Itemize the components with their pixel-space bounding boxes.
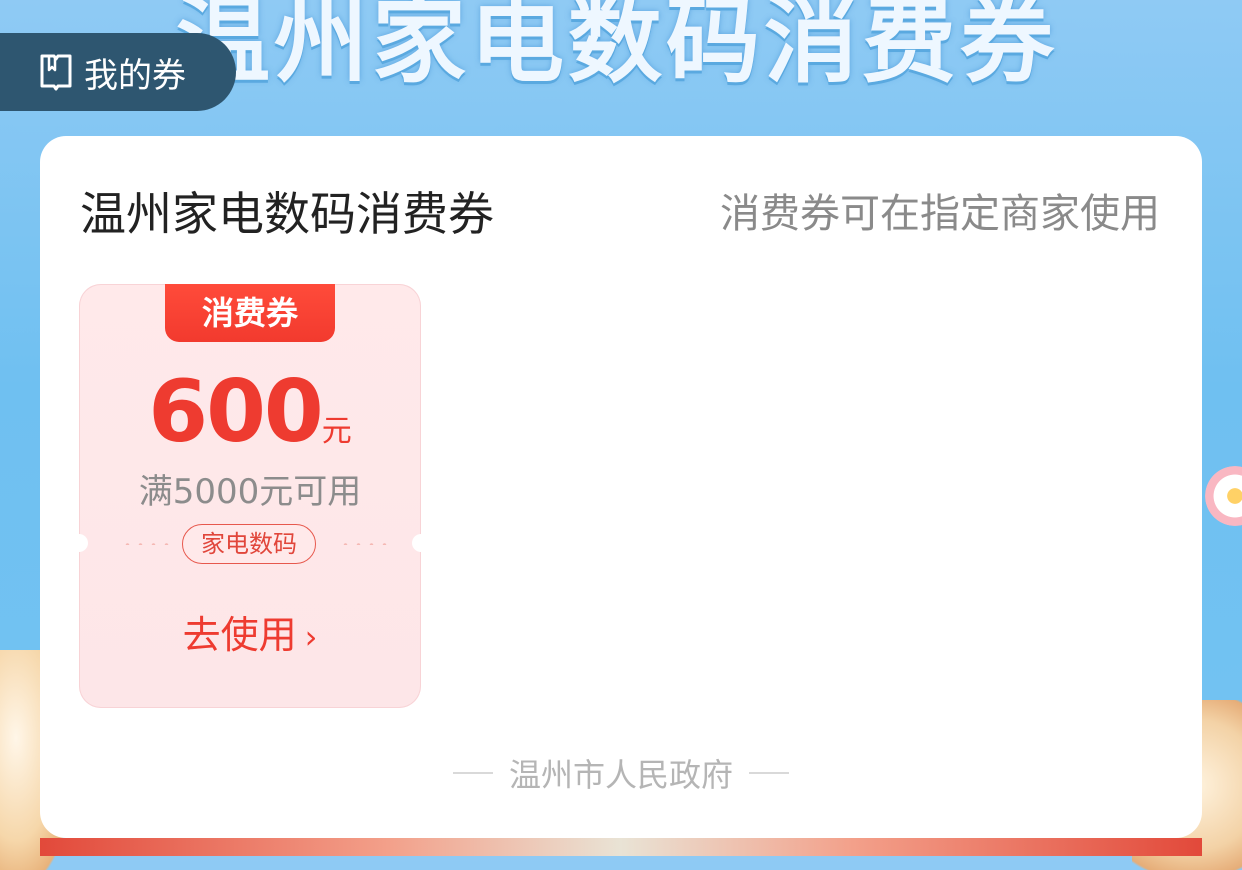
dotted-line-left bbox=[121, 543, 173, 545]
card-title: 温州家电数码消费券 bbox=[80, 187, 494, 241]
coupon-book-icon bbox=[38, 52, 74, 92]
card-hint: 消费券可在指定商家使用 bbox=[720, 191, 1160, 237]
coupon-notch-right bbox=[412, 534, 430, 552]
my-coupons-button[interactable]: 我的券 bbox=[0, 33, 236, 111]
coupon-amount-unit: 元 bbox=[321, 414, 352, 449]
coupon-card: 温州家电数码消费券 消费券可在指定商家使用 消费券 600元 满5000元可用 … bbox=[40, 136, 1202, 838]
issuer-line-left bbox=[452, 772, 493, 774]
use-coupon-label: 去使用 bbox=[182, 613, 297, 657]
my-coupons-label: 我的券 bbox=[84, 55, 186, 96]
coupon-item[interactable]: 消费券 600元 满5000元可用 家电数码 去使用 › bbox=[70, 284, 430, 708]
coupon-condition: 满5000元可用 bbox=[138, 472, 362, 512]
issuer-footer: 温州市人民政府 bbox=[40, 750, 1202, 796]
use-coupon-button[interactable]: 去使用 › bbox=[79, 604, 421, 659]
coupon-tag: 消费券 bbox=[165, 284, 335, 342]
coupon-amount-value: 600 bbox=[148, 362, 324, 462]
banner-title: 温州家电数码消费券 bbox=[176, 0, 1059, 96]
issuer-line-right bbox=[749, 772, 789, 774]
coupon-amount: 600元 bbox=[79, 362, 421, 462]
festive-strip-decoration bbox=[40, 838, 1202, 856]
issuer-name: 温州市人民政府 bbox=[508, 756, 733, 794]
coupon-notch-left bbox=[70, 534, 88, 552]
coupon-category-badge: 家电数码 bbox=[182, 524, 316, 564]
chevron-right-icon: › bbox=[304, 618, 318, 656]
dotted-line-right bbox=[339, 543, 391, 545]
flower-decoration bbox=[1205, 466, 1242, 526]
